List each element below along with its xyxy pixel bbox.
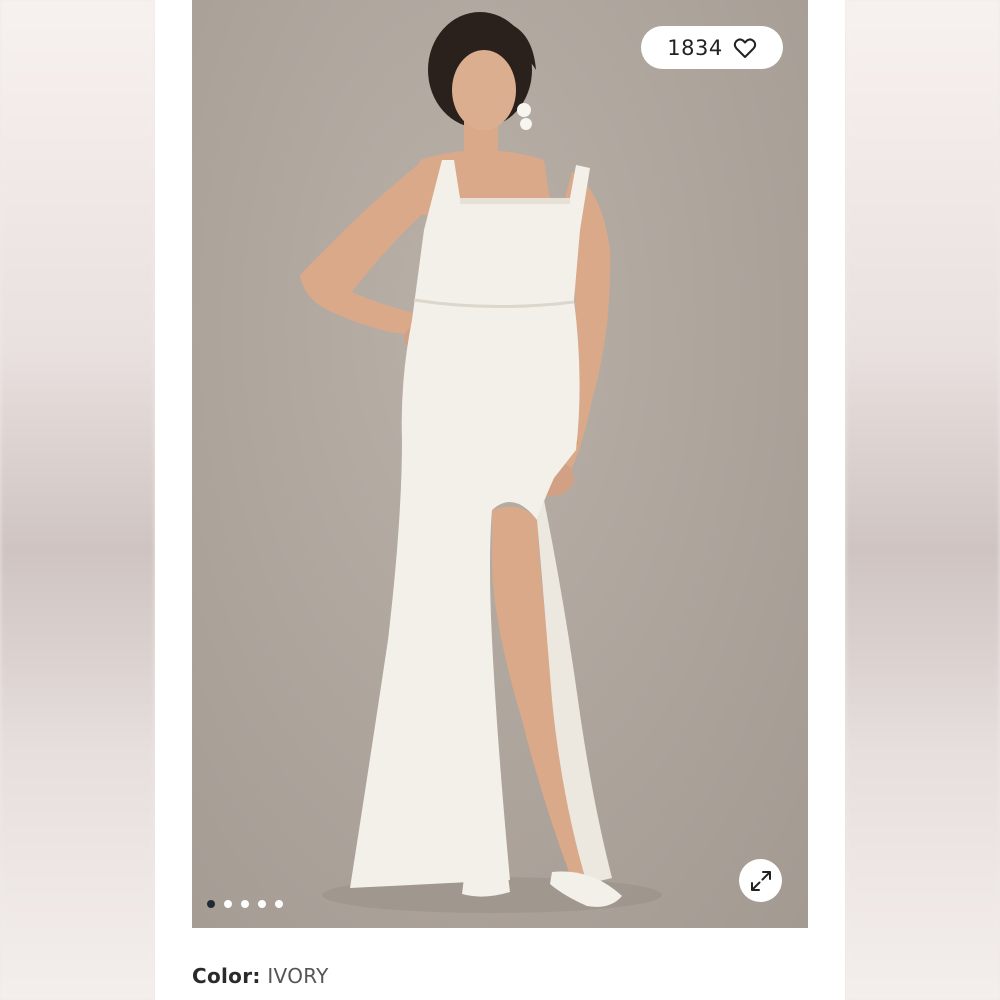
carousel-dot-5[interactable] [275,900,283,908]
product-image-gallery[interactable] [192,0,808,928]
expand-image-button[interactable] [739,859,782,902]
carousel-dot-1[interactable] [207,900,215,908]
carousel-indicators [207,899,283,909]
product-photo [300,12,662,913]
carousel-dot-2[interactable] [224,900,232,908]
product-color: Color: IVORY [192,964,329,988]
background-blur-left [0,0,155,1000]
carousel-dot-4[interactable] [258,900,266,908]
heart-outline-icon [733,37,756,58]
like-button[interactable]: 1834 [641,26,783,69]
color-value: IVORY [267,964,329,988]
like-count: 1834 [667,35,723,60]
background-blur-right [845,0,1000,1000]
color-label: Color: [192,964,261,988]
expand-arrows-icon [750,870,771,891]
carousel-dot-3[interactable] [241,900,249,908]
